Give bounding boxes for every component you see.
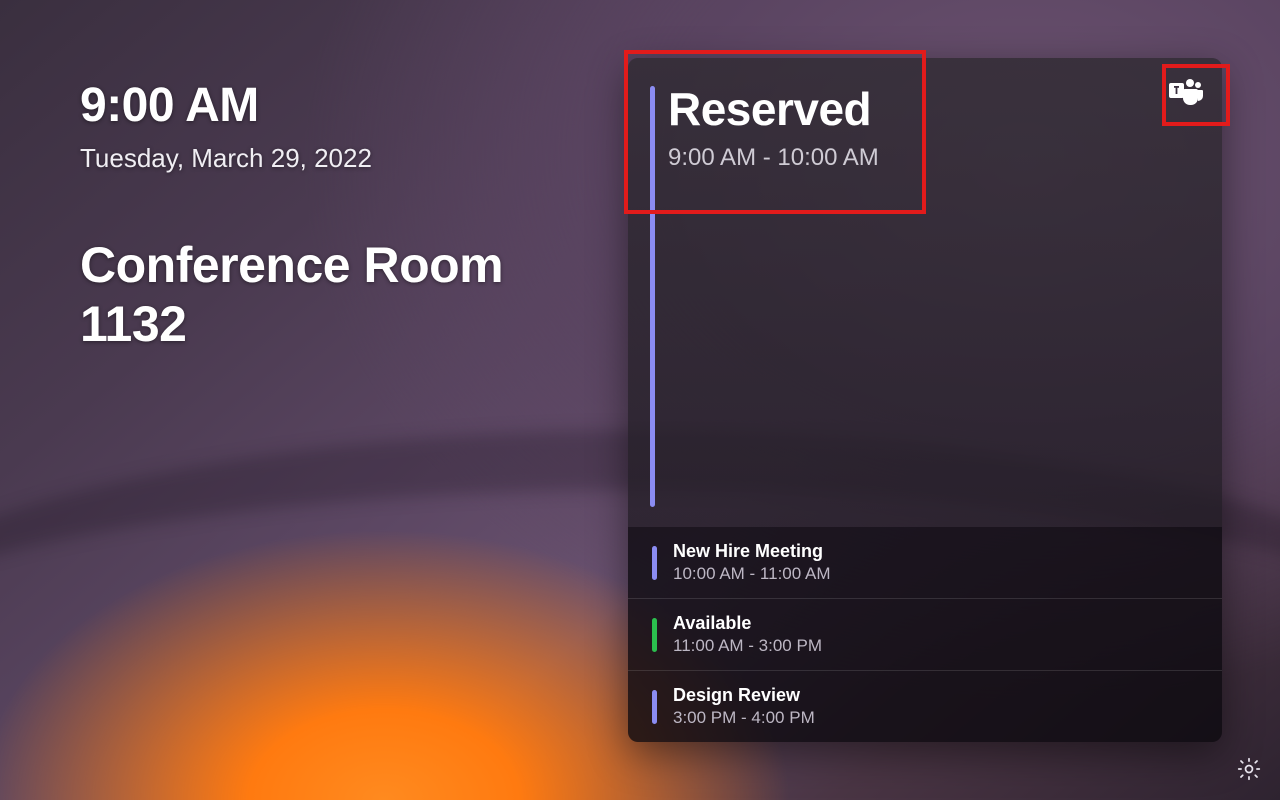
upcoming-item-time: 10:00 AM - 11:00 AM	[673, 564, 831, 584]
upcoming-item-time: 11:00 AM - 3:00 PM	[673, 636, 822, 656]
upcoming-item-title: Available	[673, 613, 822, 634]
upcoming-list: New Hire Meeting 10:00 AM - 11:00 AM Ava…	[628, 527, 1222, 742]
upcoming-item-title: Design Review	[673, 685, 815, 706]
teams-icon[interactable]	[1166, 72, 1206, 112]
upcoming-item-title: New Hire Meeting	[673, 541, 831, 562]
current-meeting-block[interactable]: Reserved 9:00 AM - 10:00 AM	[628, 58, 1222, 527]
current-meeting-time: 9:00 AM - 10:00 AM	[668, 144, 1192, 172]
gear-icon	[1236, 756, 1262, 787]
upcoming-item-accent	[652, 546, 657, 580]
current-meeting-accent	[650, 86, 655, 507]
upcoming-item-time: 3:00 PM - 4:00 PM	[673, 708, 815, 728]
schedule-card: Reserved 9:00 AM - 10:00 AM New Hire Mee…	[628, 58, 1222, 742]
room-name: Conference Room 1132	[80, 236, 600, 354]
settings-button[interactable]	[1232, 754, 1266, 788]
upcoming-item[interactable]: Available 11:00 AM - 3:00 PM	[628, 598, 1222, 670]
upcoming-item[interactable]: Design Review 3:00 PM - 4:00 PM	[628, 670, 1222, 742]
clock-time: 9:00 AM	[80, 78, 600, 133]
upcoming-item-accent	[652, 690, 657, 724]
upcoming-item-accent	[652, 618, 657, 652]
room-info-panel: 9:00 AM Tuesday, March 29, 2022 Conferen…	[80, 78, 600, 354]
upcoming-item[interactable]: New Hire Meeting 10:00 AM - 11:00 AM	[628, 527, 1222, 598]
current-meeting-title: Reserved	[668, 82, 1192, 136]
clock-date: Tuesday, March 29, 2022	[80, 143, 600, 174]
